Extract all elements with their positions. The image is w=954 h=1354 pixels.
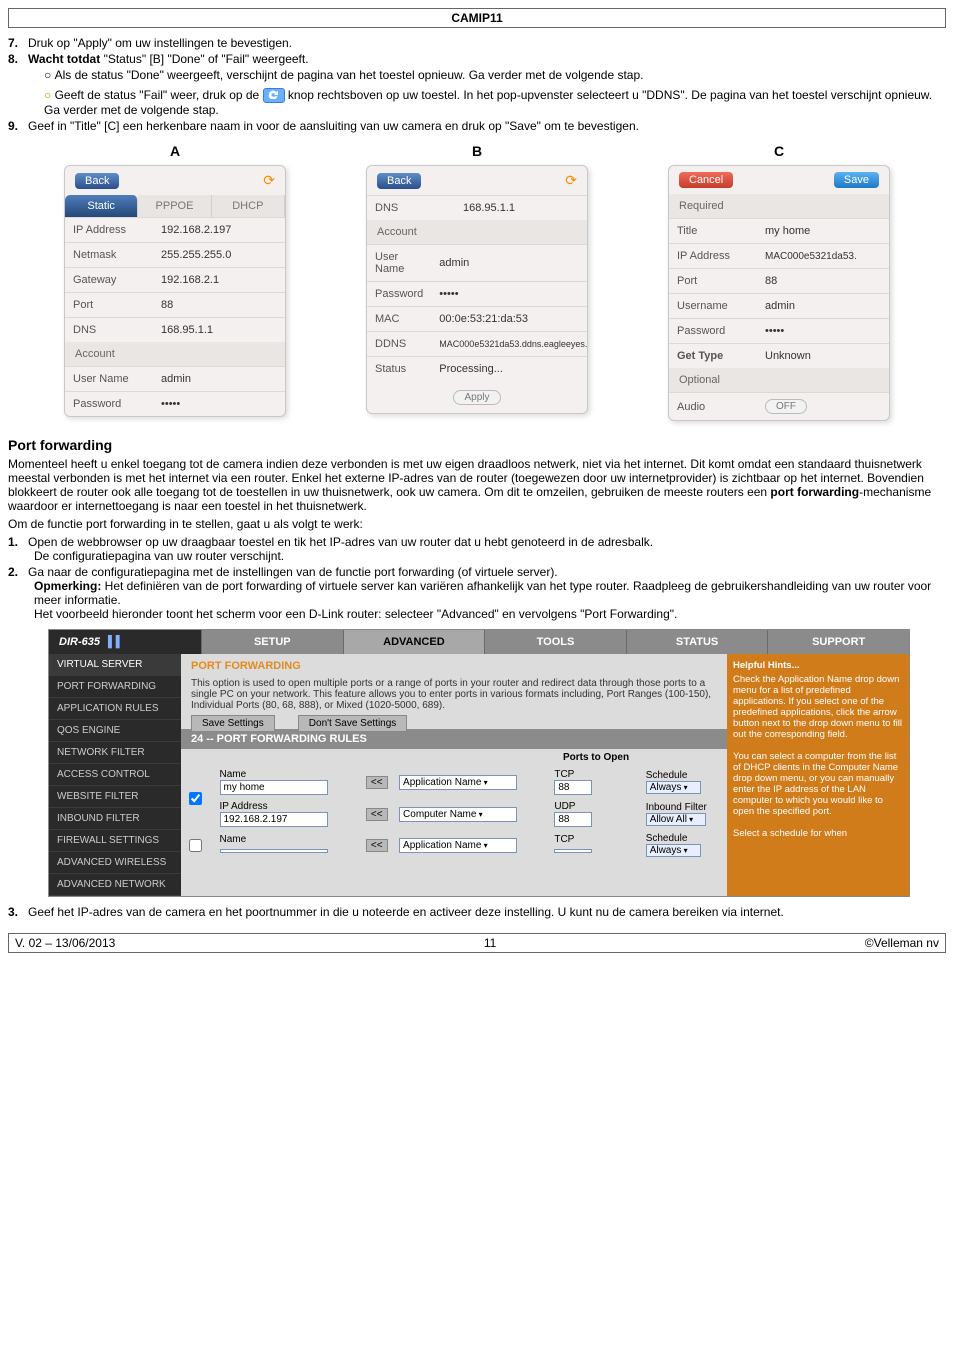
sidebar-item[interactable]: WEBSITE FILTER [49,786,181,808]
page-header: CAMIP11 [8,8,946,28]
account-header: Account [65,342,285,366]
dlink-sidebar: VIRTUAL SERVER PORT FORWARDING APPLICATI… [49,654,181,896]
back-button[interactable]: Back [75,173,119,189]
sidebar-item[interactable]: FIREWALL SETTINGS [49,830,181,852]
pf-para-1: Momenteel heeft u enkel toegang tot de c… [8,457,946,513]
phone-a: Back ⟳ Static PPPOE DHCP IP Address192.1… [64,165,286,417]
footer-page: 11 [484,936,496,950]
sidebar-item[interactable]: INBOUND FILTER [49,808,181,830]
dlink-logo: DIR-635▐▐ [49,630,201,654]
schedule-select[interactable]: Always [646,781,701,794]
footer-copyright: ©Velleman nv [865,936,939,950]
sidebar-item[interactable]: ADVANCED WIRELESS [49,852,181,874]
dont-save-button[interactable]: Don't Save Settings [298,715,408,732]
phone-row: A Back ⟳ Static PPPOE DHCP IP Address192… [8,143,946,421]
cancel-button[interactable]: Cancel [679,172,733,188]
step-7-text: Druk op "Apply" om uw instellingen te be… [28,36,292,50]
sidebar-item[interactable]: VIRTUAL SERVER [49,654,181,676]
audio-toggle[interactable]: OFF [765,399,807,414]
ip-input[interactable]: 192.168.2.197 [220,812,328,827]
save-settings-button[interactable]: Save Settings [191,715,275,732]
pf-step-3: 3. Geef het IP-adres van de camera en he… [8,905,946,919]
pf-desc: This option is used to open multiple por… [181,678,727,717]
tab-setup[interactable]: SETUP [201,630,343,654]
step-8b: ○ Geeft de status "Fail" weer, druk op d… [44,88,946,117]
copy-button[interactable]: << [366,776,388,789]
label-b: B [366,143,588,159]
tab-dhcp[interactable]: DHCP [212,195,285,217]
refresh-icon [263,88,285,103]
step-8a: ○ Als de status "Done" weergeeft, versch… [44,68,946,82]
schedule-select[interactable]: Always [646,844,701,857]
phone-b-col: B Back ⟳ DNS168.95.1.1 Account User Name… [366,143,588,421]
port-forwarding-heading: Port forwarding [8,437,946,453]
name-input[interactable]: my home [220,780,328,795]
pf-para-2: Om de functie port forwarding in te stel… [8,517,946,531]
appname-select[interactable]: Application Name [399,838,517,853]
appname-select[interactable]: Application Name [399,775,517,790]
back-button[interactable]: Back [377,173,421,189]
sidebar-item[interactable]: ADVANCED NETWORK [49,874,181,896]
compname-select[interactable]: Computer Name [399,807,517,822]
tab-tools[interactable]: TOOLS [484,630,626,654]
label-a: A [64,143,286,159]
tab-status[interactable]: STATUS [626,630,768,654]
ip-label: IP Address [65,218,153,243]
step-7: 7. Druk op "Apply" om uw instellingen te… [8,36,946,50]
apply-button[interactable]: Apply [453,390,500,405]
tab-static[interactable]: Static [65,195,138,217]
save-button[interactable]: Save [834,172,879,188]
rule-checkbox[interactable] [189,839,202,852]
refresh-icon[interactable]: ⟳ [263,172,275,189]
inbound-select[interactable]: Allow All [646,813,707,826]
footer-version: V. 02 – 13/06/2013 [15,936,115,950]
page-footer: V. 02 – 13/06/2013 11 ©Velleman nv [8,933,946,953]
ip-value[interactable]: 192.168.2.197 [153,218,285,243]
get-type-label[interactable]: Get Type [669,344,757,369]
rule-checkbox[interactable] [189,792,202,805]
tcp-input[interactable]: 88 [554,780,592,795]
refresh-icon[interactable]: ⟳ [565,172,577,189]
phone-a-col: A Back ⟳ Static PPPOE DHCP IP Address192… [64,143,286,421]
step-8-sub: ○ Als de status "Done" weergeeft, versch… [8,68,946,117]
phone-c-col: C Cancel Save Required Titlemy home IP A… [668,143,890,421]
copy-button[interactable]: << [366,839,388,852]
dlink-tabs: SETUP ADVANCED TOOLS STATUS SUPPORT [201,630,909,654]
sidebar-item[interactable]: NETWORK FILTER [49,742,181,764]
tcp-input[interactable] [554,849,592,853]
tab-support[interactable]: SUPPORT [767,630,909,654]
sidebar-item[interactable]: PORT FORWARDING [49,676,181,698]
phone-c: Cancel Save Required Titlemy home IP Add… [668,165,890,421]
pf-step-1: 1. Open de webbrowser op uw draagbaar to… [8,535,946,563]
tab-advanced[interactable]: ADVANCED [343,630,485,654]
copy-button[interactable]: << [366,808,388,821]
phone-b: Back ⟳ DNS168.95.1.1 Account User Namead… [366,165,588,414]
sidebar-item[interactable]: APPLICATION RULES [49,698,181,720]
label-c: C [668,143,890,159]
udp-input[interactable]: 88 [554,812,592,827]
tab-pppoe[interactable]: PPPOE [138,195,211,217]
dlink-main: PORT FORWARDING This option is used to o… [181,654,727,896]
name-input[interactable] [220,849,328,853]
rules-header: 24 -- PORT FORWARDING RULES [181,729,727,749]
dlink-screenshot: DIR-635▐▐ SETUP ADVANCED TOOLS STATUS SU… [48,629,910,897]
step-9: 9. Geef in "Title" [C] een herkenbare na… [8,119,946,133]
helpful-hints: Helpful Hints... Check the Application N… [727,654,909,896]
step-8: 8. Wacht totdat "Status" [B] "Done" of "… [8,52,946,117]
sidebar-item[interactable]: ACCESS CONTROL [49,764,181,786]
pf-step-2: 2. Ga naar de configuratiepagina met de … [8,565,946,621]
sidebar-item[interactable]: QOS ENGINE [49,720,181,742]
pf-title: PORT FORWARDING [181,654,727,678]
